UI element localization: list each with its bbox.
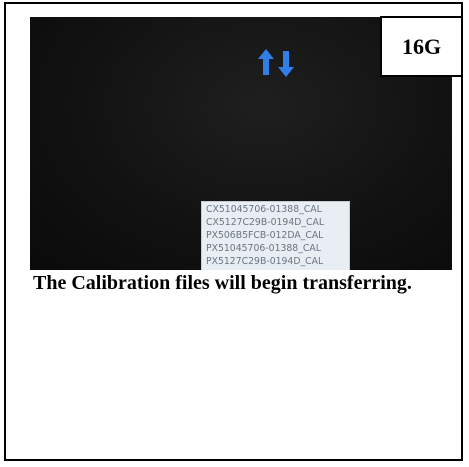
file-list-item: PX51045706-01388_CAL (206, 243, 321, 254)
step-number-badge: 16G (380, 16, 463, 77)
file-list-item: PX506B5FCB-012DA_CAL (206, 230, 324, 241)
step-caption: The Calibration files will begin transfe… (33, 272, 412, 294)
file-list-item: CX5127C29B-0194D_CAL (206, 217, 325, 228)
file-list-item: CX51045706-01388_CAL (206, 204, 322, 215)
file-list-item: PX5127C29B-0194D_CAL (206, 256, 324, 267)
sync-arrows-icon (258, 49, 294, 77)
calibration-file-list: CX51045706-01388_CAL CX5127C29B-0194D_CA… (201, 201, 350, 270)
